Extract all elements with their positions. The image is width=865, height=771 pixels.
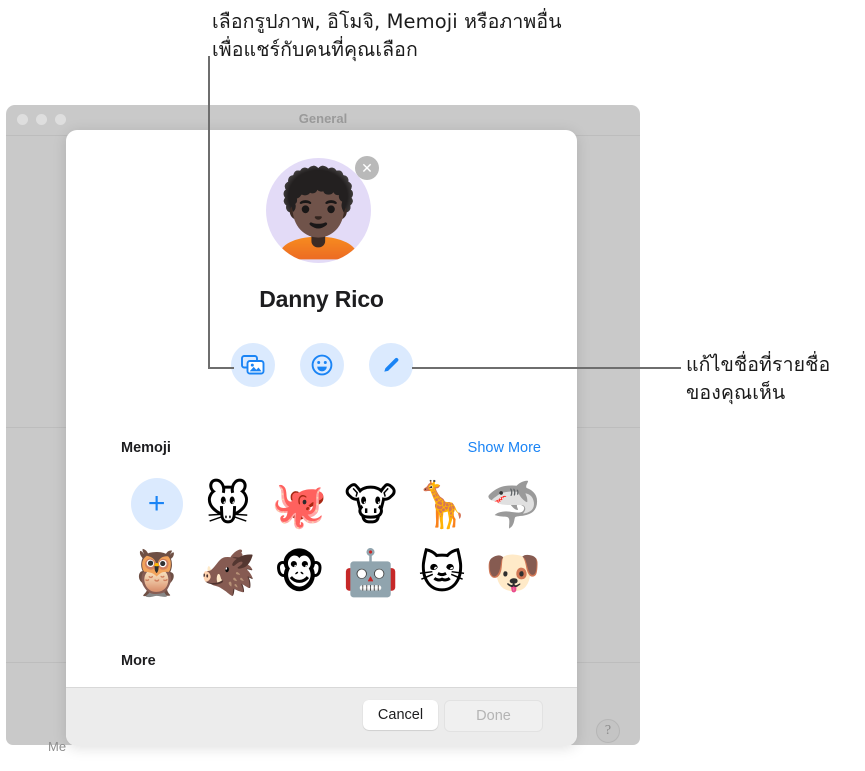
robot-memoji-icon: 🤖: [342, 545, 399, 599]
dialog-footer: Cancel Done: [66, 687, 577, 746]
memoji-picker-dialog: 🧑🏿‍🦱 ✕ Danny Rico: [66, 130, 577, 746]
help-button[interactable]: ?: [596, 719, 620, 743]
memoji-avatar-icon: 🧑🏿‍🦱: [266, 163, 371, 262]
memoji-item[interactable]: 🐙: [264, 475, 335, 533]
owl-memoji-icon: 🦉: [128, 545, 185, 599]
cat-memoji-icon: 🐱: [418, 545, 466, 599]
memoji-item[interactable]: 🐗: [192, 543, 263, 601]
memoji-item[interactable]: 🦈: [478, 475, 549, 533]
cow-memoji-icon: 🐮: [344, 477, 398, 531]
shark-memoji-icon: 🦈: [485, 477, 542, 531]
emoji-button[interactable]: [299, 343, 344, 387]
page-title: Danny Rico: [259, 286, 384, 312]
callout-leader-line: [412, 367, 681, 369]
plus-icon: +: [130, 478, 183, 530]
avatar-container: 🧑🏿‍🦱 ✕: [266, 156, 379, 263]
callout-leader-line: [208, 56, 210, 369]
memoji-grid: + 🐭 🐙 🐮 🦒 🦈 🦉 🐗 🐵 🤖 🐱 🐶: [121, 475, 549, 601]
memoji-item[interactable]: 🤖: [335, 543, 406, 601]
giraffe-memoji-icon: 🦒: [413, 477, 470, 531]
memoji-section-header: Memoji Show More: [121, 440, 541, 456]
dog-memoji-icon: 🐶: [485, 545, 542, 599]
mouse-memoji-icon: 🐭: [204, 477, 252, 531]
photos-icon: [240, 355, 265, 375]
avatar[interactable]: 🧑🏿‍🦱: [266, 158, 371, 263]
memoji-item[interactable]: 🦒: [406, 475, 477, 533]
memoji-item[interactable]: 🦉: [121, 543, 192, 601]
memoji-item[interactable]: 🐱: [406, 543, 477, 601]
callout-right-text: แก้ไขชื่อที่รายชื่อ ของคุณเห็น: [686, 353, 831, 404]
me-card-label: Me: [48, 739, 67, 754]
memoji-item[interactable]: 🐭: [192, 475, 263, 533]
callout-top-text: เลือกรูปภาพ, อิโมจิ, Memoji หรือภาพอื่น …: [212, 10, 562, 61]
action-button-row: [66, 343, 577, 387]
cancel-button[interactable]: Cancel: [363, 700, 438, 730]
memoji-item[interactable]: 🐵: [264, 543, 335, 601]
window-title: General: [298, 111, 348, 126]
edit-name-button[interactable]: [368, 343, 413, 387]
octopus-memoji-icon: 🐙: [271, 477, 328, 531]
memoji-add-cell[interactable]: +: [121, 475, 192, 533]
more-section-header: More: [121, 653, 541, 669]
callout-leader-line: [208, 367, 234, 369]
done-button: Done: [444, 700, 543, 732]
more-section-title: More: [121, 653, 156, 669]
emoji-icon: [311, 354, 333, 376]
photos-button[interactable]: [230, 343, 275, 387]
boar-memoji-icon: 🐗: [199, 545, 256, 599]
memoji-item[interactable]: 🐮: [335, 475, 406, 533]
memoji-section-title: Memoji: [121, 440, 171, 456]
close-icon[interactable]: ✕: [355, 156, 379, 180]
monkey-memoji-icon: 🐵: [273, 545, 326, 599]
pencil-icon: [380, 354, 402, 376]
show-more-link[interactable]: Show More: [468, 440, 541, 456]
memoji-item[interactable]: 🐶: [478, 543, 549, 601]
